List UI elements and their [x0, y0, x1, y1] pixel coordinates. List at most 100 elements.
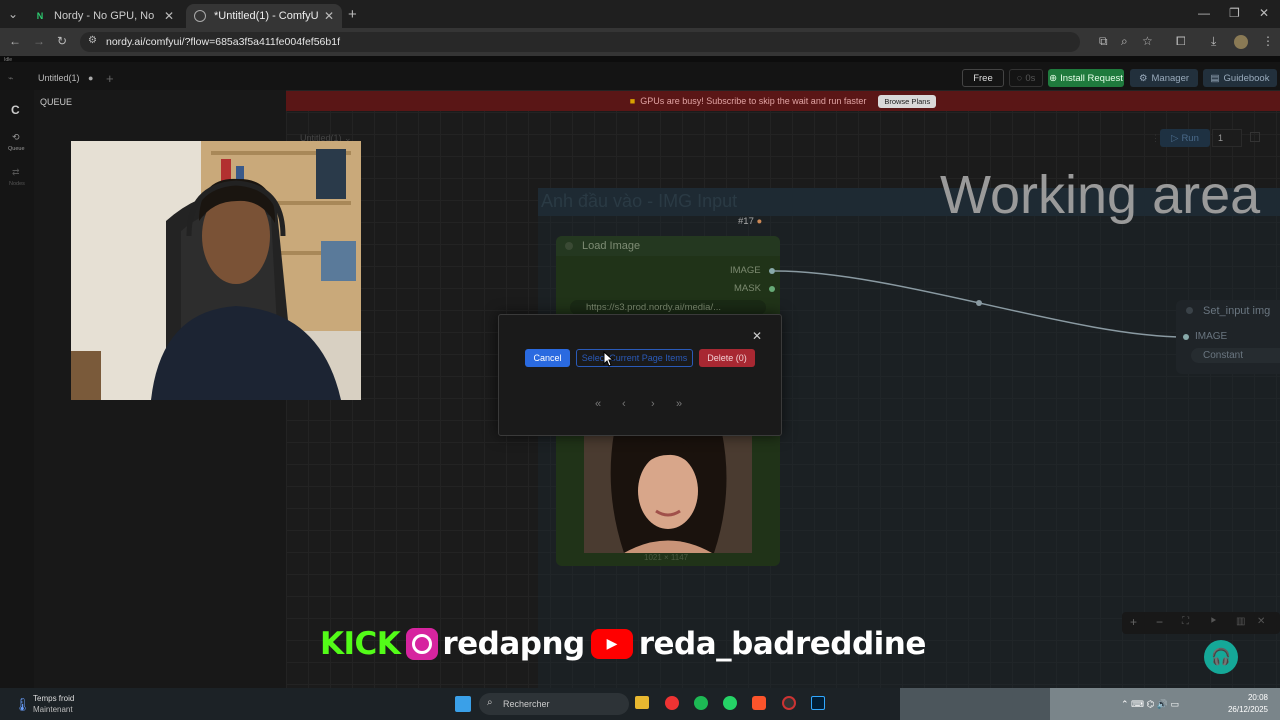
- minimap-icon[interactable]: ▥: [1236, 616, 1245, 627]
- window-close-icon[interactable]: ✕: [1259, 6, 1269, 20]
- extensions-icon[interactable]: ⧠: [1176, 34, 1186, 49]
- dialog-close-icon[interactable]: ✕: [752, 329, 762, 343]
- run-count-stepper[interactable]: 1: [1212, 129, 1242, 147]
- run-button[interactable]: ▷ Run: [1160, 129, 1210, 147]
- timer-button[interactable]: ○ 0s: [1009, 69, 1043, 87]
- image-url-combo[interactable]: https://s3.prod.nordy.ai/media/...: [570, 300, 766, 315]
- maximize-icon[interactable]: ❐: [1229, 6, 1240, 20]
- constant-field[interactable]: Constant: [1191, 348, 1280, 363]
- history-icon[interactable]: ⟲: [12, 132, 20, 143]
- youtube-icon: ▶: [590, 629, 633, 659]
- new-tab-icon[interactable]: +: [348, 6, 357, 23]
- input-image-label: IMAGE: [1195, 331, 1228, 342]
- tab-label: Nordy - No GPU, No Install. Ru: [54, 10, 158, 22]
- free-plan-button[interactable]: Free: [962, 69, 1004, 87]
- zoom-in-icon[interactable]: +: [1130, 615, 1137, 629]
- next-page-icon[interactable]: ›: [651, 398, 655, 410]
- gpu-busy-banner: ■ GPUs are busy! Subscribe to skip the w…: [286, 91, 1280, 111]
- zoom-out-icon[interactable]: −: [1156, 615, 1163, 629]
- nordy-favicon-icon: N: [36, 11, 44, 21]
- node-collapse-icon[interactable]: [565, 242, 573, 250]
- file-explorer-icon[interactable]: [635, 696, 649, 709]
- workflow-tab-label: Untitled(1): [38, 73, 80, 83]
- bookmark-star-icon[interactable]: ☆: [1142, 34, 1153, 48]
- reload-icon[interactable]: ↻: [57, 34, 67, 48]
- pointer-icon[interactable]: ⯈: [1209, 616, 1217, 627]
- chrome-icon[interactable]: [665, 696, 679, 710]
- webcam-overlay: [71, 141, 361, 400]
- search-icon: ⌕: [487, 697, 493, 708]
- address-bar[interactable]: ⚙ nordy.ai/comfyui/?flow=685a3f5a411fe00…: [80, 32, 1080, 52]
- manager-button[interactable]: ⚙ Manager: [1130, 69, 1198, 87]
- close-tab-icon[interactable]: ✕: [324, 9, 334, 23]
- app-logo-icon[interactable]: ⌁: [8, 73, 13, 84]
- instagram-handle: redapng: [442, 626, 585, 662]
- stop-icon[interactable]: [1250, 132, 1260, 142]
- tab-label: *Untitled(1) - ComfyUI: [214, 10, 318, 22]
- sidebar-item-nodes[interactable]: Nodes: [9, 181, 25, 187]
- workflow-tab[interactable]: Untitled(1) ●: [38, 73, 93, 83]
- browser-menu-icon[interactable]: ⋮: [1262, 34, 1274, 48]
- nodes-icon[interactable]: ⇄: [12, 167, 20, 178]
- left-sidebar: [0, 90, 35, 688]
- install-request-label: Install Request: [1060, 72, 1123, 84]
- zoom-icon[interactable]: ⌕: [1121, 34, 1128, 49]
- select-page-items-button[interactable]: Select Current Page Items: [576, 349, 693, 367]
- set-input-title: Set_input img: [1203, 305, 1271, 317]
- webcam-image: [71, 141, 361, 400]
- cancel-button[interactable]: Cancel: [525, 349, 570, 367]
- site-info-icon[interactable]: ⚙: [88, 35, 97, 46]
- clock-time: 20:08: [1247, 693, 1268, 702]
- mouse-cursor-icon: [603, 351, 614, 367]
- social-handles-overlay: KICK redapng ▶ reda_badreddine: [320, 624, 926, 664]
- comfy-logo-icon[interactable]: C: [11, 103, 20, 117]
- photoshop-icon[interactable]: [811, 696, 825, 710]
- minimize-icon[interactable]: —: [1198, 6, 1210, 20]
- taskbar-search[interactable]: ⌕ Rechercher: [479, 693, 629, 715]
- group-title: Anh đầu vào - IMG Input: [541, 191, 738, 211]
- portrait-image: [584, 433, 752, 553]
- link-wire: [775, 270, 1186, 338]
- spotify-icon[interactable]: [694, 696, 708, 710]
- translate-icon[interactable]: ⧉: [1099, 34, 1108, 49]
- support-headset-button[interactable]: 🎧: [1204, 640, 1238, 674]
- close-tab-icon[interactable]: ✕: [164, 9, 174, 23]
- node-badge: #17 ●: [738, 216, 762, 227]
- instagram-icon: [406, 628, 439, 660]
- install-request-button[interactable]: ⊕ Install Request: [1048, 69, 1124, 87]
- link-visibility-icon[interactable]: ✕: [1257, 616, 1265, 627]
- tray-icons[interactable]: ⌃ ⌨ ⌬ 🔊 ▭: [1121, 699, 1179, 710]
- node-collapse-icon[interactable]: [1186, 307, 1193, 314]
- delete-button[interactable]: Delete (0): [699, 349, 755, 367]
- back-icon[interactable]: ←: [9, 34, 21, 48]
- image-size-label: 1021 × 1147: [644, 553, 689, 562]
- weather-icon[interactable]: 🌡: [14, 697, 31, 713]
- last-page-icon[interactable]: »: [676, 398, 682, 410]
- headset-icon: 🎧: [1211, 649, 1231, 666]
- input-image-socket[interactable]: [1183, 334, 1189, 340]
- unsaved-dot-icon: ●: [88, 73, 94, 83]
- add-workflow-icon[interactable]: +: [106, 71, 114, 86]
- load-image-node-header[interactable]: Load Image: [556, 236, 780, 256]
- windows-start-icon[interactable]: [455, 696, 471, 712]
- brave-icon[interactable]: [752, 696, 766, 710]
- forward-icon[interactable]: →: [33, 34, 45, 48]
- warning-icon: ■: [629, 96, 636, 106]
- link-icon: ⊕: [1049, 72, 1058, 84]
- prev-page-icon[interactable]: ‹: [622, 398, 626, 410]
- sidebar-item-queue[interactable]: Queue: [8, 146, 25, 152]
- tab-list-icon[interactable]: ⌄: [8, 7, 18, 21]
- browse-plans-button[interactable]: Browse Plans: [878, 94, 937, 108]
- browser-tab-comfyui[interactable]: *Untitled(1) - ComfyUI ✕: [186, 4, 342, 28]
- first-page-icon[interactable]: «: [595, 398, 601, 410]
- fit-view-icon[interactable]: ⛶: [1182, 616, 1189, 627]
- guidebook-button[interactable]: ▤ Guidebook: [1203, 69, 1277, 87]
- obs-icon[interactable]: [782, 696, 796, 710]
- timer-label: 0s: [1025, 72, 1036, 84]
- whatsapp-icon[interactable]: [723, 696, 737, 710]
- fox-icon: ●: [756, 216, 763, 227]
- browser-tab-nordy[interactable]: N Nordy - No GPU, No Install. Ru ✕: [26, 4, 182, 28]
- download-icon[interactable]: ⤓: [1211, 34, 1216, 49]
- profile-avatar[interactable]: [1234, 35, 1248, 49]
- clock-date: 26/12/2025: [1227, 705, 1268, 714]
